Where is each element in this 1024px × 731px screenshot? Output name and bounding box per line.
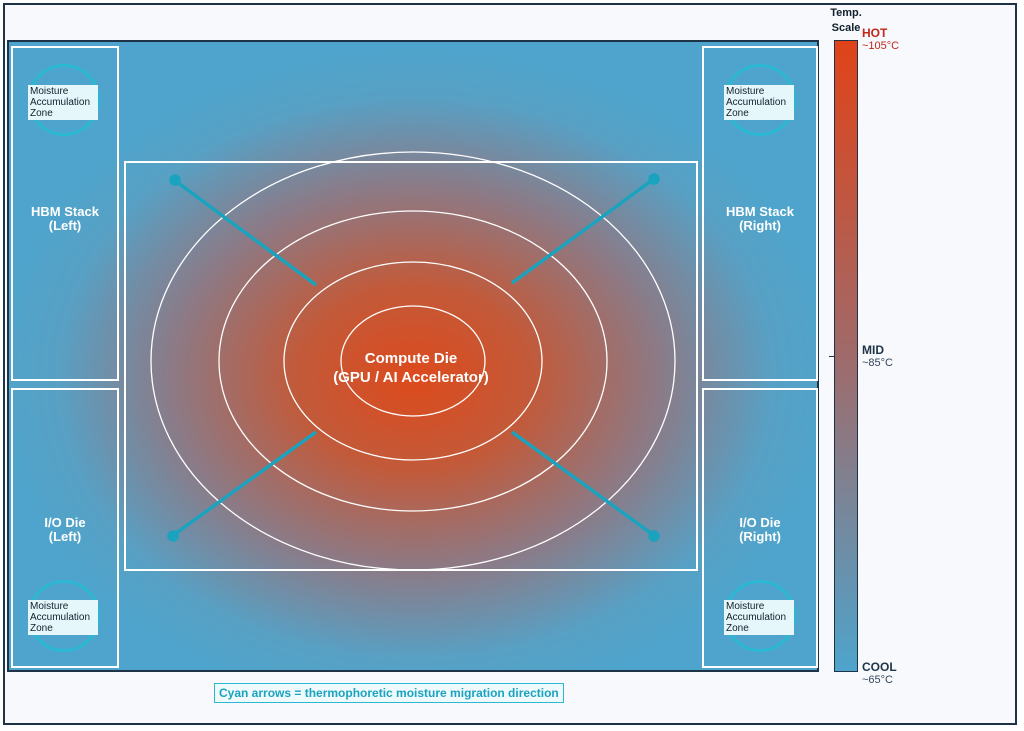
arrow-head-bottom-left [167,530,179,542]
migration-arrow-top-right [510,179,653,285]
arrow-legend-note: Cyan arrows = thermophoretic moisture mi… [214,683,564,703]
migration-arrow-top-left [175,180,318,287]
isotherm-inner [340,305,486,417]
isotherm-outer [150,151,676,571]
scale-mid-label: MID [862,343,884,357]
scale-mid-temp: ~85°C [862,357,894,369]
temperature-scale-bar [834,40,858,672]
migration-arrow-bottom-right [510,430,654,536]
scale-hot-label: HOT [862,26,888,40]
migration-arrow-bottom-left [173,430,318,536]
scale-cool-label: COOL [862,660,897,674]
thermal-overlay [150,151,676,571]
arrow-head-bottom-right [648,530,660,542]
arrow-head-top-left [169,174,181,186]
isotherm-2 [283,261,543,461]
scale-cool-temp: ~65°C [862,674,894,686]
chip-package: Moisture Accumulation Zone HBM Stack (Le… [7,40,819,672]
arrow-head-top-right [648,173,660,185]
scale-hot-temp: ~105°C [862,40,900,52]
scale-tick-mid [829,356,834,357]
